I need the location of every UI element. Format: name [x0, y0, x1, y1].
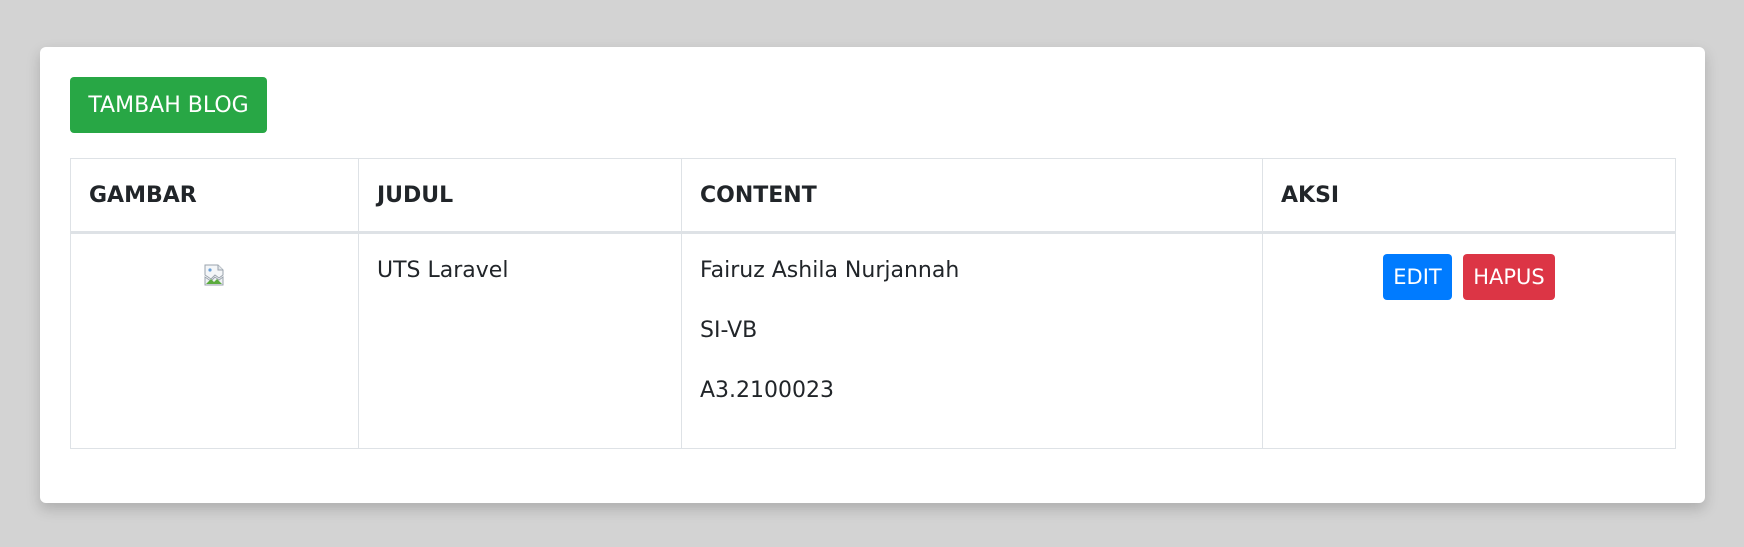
blog-card: TAMBAH BLOG GAMBAR JUDUL CONTENT AKSI UT…: [40, 47, 1705, 503]
table-header-row: GAMBAR JUDUL CONTENT AKSI: [70, 158, 1676, 234]
content-line: SI-VB: [700, 318, 758, 343]
header-gambar: GAMBAR: [70, 158, 359, 234]
add-blog-button[interactable]: TAMBAH BLOG: [70, 77, 267, 133]
content-line: A3.2100023: [700, 378, 835, 403]
table-row: UTS Laravel Fairuz Ashila Nurjannah SI-V…: [70, 232, 1676, 449]
broken-image-icon: [203, 264, 225, 286]
delete-button[interactable]: HAPUS: [1463, 254, 1555, 300]
judul-cell: UTS Laravel: [358, 232, 682, 449]
blog-table: GAMBAR JUDUL CONTENT AKSI UTS Laravel Fa…: [70, 158, 1676, 449]
content-cell: Fairuz Ashila Nurjannah SI-VB A3.2100023: [681, 232, 1263, 449]
aksi-cell: EDIT HAPUS: [1262, 232, 1676, 449]
header-aksi: AKSI: [1262, 158, 1676, 234]
edit-button[interactable]: EDIT: [1383, 254, 1452, 300]
gambar-cell: [70, 232, 359, 449]
content-line: Fairuz Ashila Nurjannah: [700, 258, 960, 283]
header-judul: JUDUL: [358, 158, 682, 234]
header-content: CONTENT: [681, 158, 1263, 234]
